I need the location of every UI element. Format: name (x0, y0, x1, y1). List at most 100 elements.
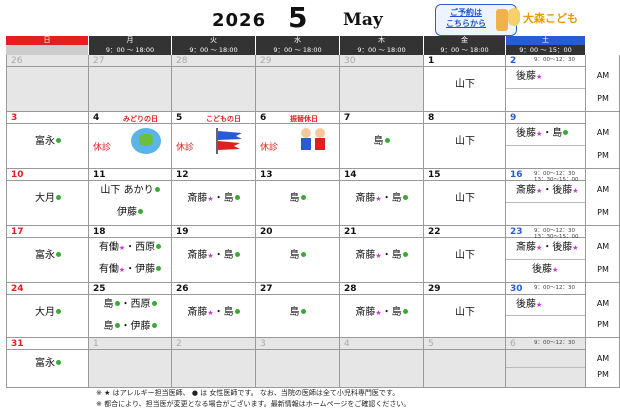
date-number: 16 (510, 170, 523, 180)
ampm-box (586, 55, 620, 112)
day-cell: 3 富永 (6, 112, 90, 169)
day-cell: 18 有働★・西原 有働★・伊藤 (89, 226, 172, 283)
reservation-button[interactable]: ご予約は こちらから (435, 4, 517, 36)
date-number: 30 (510, 284, 523, 294)
date-number: 4 (344, 339, 350, 349)
pm-label: PM (597, 208, 609, 217)
saturday-hours: 9：00～12：30 (534, 285, 575, 291)
date-number: 27 (260, 284, 273, 294)
sat-divider (506, 367, 585, 368)
day-cell: 9 後藤★・島 (506, 112, 586, 169)
pm-label: PM (597, 320, 609, 329)
date-number: 19 (176, 227, 189, 237)
pm-doctor: 有働★・伊藤 (89, 264, 172, 276)
day-cell: 3 (256, 338, 340, 388)
date-number: 30 (344, 56, 356, 66)
date-number: 2 (510, 56, 517, 66)
date-number: 26 (11, 56, 23, 66)
saturday-hours: 9：00～12：30 (534, 340, 575, 346)
date-row (340, 338, 424, 350)
date-row (89, 338, 172, 350)
date-number: 6 (510, 339, 516, 349)
am-label: AM (596, 71, 610, 80)
date-number: 18 (93, 227, 106, 237)
day-cell: 17 富永 (6, 226, 90, 283)
hours-6: 9：00 ～ 15：00 (506, 45, 586, 55)
weekday-3: 水 (256, 36, 340, 45)
saturday-hours: 9：00～12：30 (534, 57, 575, 63)
date-row (340, 112, 424, 124)
date-number: 5 (428, 339, 434, 349)
calendar-grid: 日月火水木金土 9：00 ～ 18:00 9：00 ～ 18:00 9：00 ～ 1… (6, 36, 586, 55)
pm-doctor: 伊藤 (89, 207, 172, 219)
sat-am-doctor: 後藤★ (516, 299, 543, 310)
sat-divider (506, 314, 585, 316)
weekday-0: 日 (6, 36, 89, 45)
sat-divider (506, 87, 585, 89)
phone-icon (496, 9, 508, 31)
am-doctor: 富永 (7, 250, 90, 262)
reservation-link-text[interactable]: ご予約は こちらから (440, 7, 492, 29)
date-number: 28 (176, 56, 188, 66)
globe-icon (131, 128, 161, 154)
am-doctor: 斎藤★・島 (172, 193, 256, 205)
am-label: AM (596, 354, 610, 363)
date-number: 14 (344, 170, 357, 180)
am-doctor: 斎藤★・島 (340, 307, 424, 319)
am-label: AM (596, 242, 610, 251)
pm-doctor: 島・伊藤 (89, 321, 172, 333)
day-cell: 27 島 (256, 283, 340, 338)
date-number: 12 (176, 170, 189, 180)
day-cell: 7島 (340, 112, 424, 169)
date-number: 15 (428, 170, 441, 180)
footer-note-2: ※ 都合により、担当医が変更となる場合がございます。最新情報はホームページをご確… (96, 400, 411, 408)
year-label: 2026 (212, 10, 267, 31)
closed-label: 休診 (260, 143, 279, 153)
holiday-name: みどりの日 (123, 115, 158, 123)
am-doctor: 島 (256, 307, 340, 319)
sat-divider (506, 258, 585, 260)
clinic-logo: 大森こども (523, 12, 578, 25)
hours-3: 9：00 ～ 18:00 (256, 45, 340, 55)
day-cell: 31 富永 (6, 338, 90, 388)
day-cell: 24 大月 (6, 283, 90, 338)
am-doctor: 山下 (455, 79, 475, 90)
hours-1: 9：00 ～ 18:00 (89, 45, 172, 55)
sat-am-doctor: 斎藤★・後藤★ (516, 242, 579, 253)
date-number: 29 (428, 284, 441, 294)
ampm-box (586, 169, 620, 226)
hours-5: 9：00 ～ 18:00 (424, 45, 506, 55)
date-number: 24 (11, 284, 24, 294)
pm-label: PM (597, 94, 609, 103)
day-cell: 2 (172, 338, 256, 388)
date-number: 22 (428, 227, 441, 237)
sat-divider (506, 201, 585, 203)
am-doctor: 有働★・西原 (89, 242, 172, 254)
day-cell: 8 山下 (424, 112, 506, 169)
day-cell: 15 山下 (424, 169, 506, 226)
hours-2: 9：00 ～ 18:00 (172, 45, 256, 55)
date-number: 10 (11, 170, 24, 180)
date-number: 8 (428, 113, 435, 123)
hours-4: 9：00 ～ 18:00 (340, 45, 424, 55)
saturday-hours: 9：00～12：30 13：30～15：00 (534, 228, 579, 240)
day-cell: 1 (89, 338, 172, 388)
date-number: 26 (176, 284, 189, 294)
ampm-box (586, 338, 620, 388)
am-label: AM (596, 128, 610, 137)
weekday-5: 金 (424, 36, 506, 45)
date-row (7, 112, 90, 124)
date-number: 5 (176, 113, 183, 123)
weekday-1: 月 (89, 36, 172, 45)
date-row (256, 338, 340, 350)
am-doctor: 斎藤★・島 (172, 250, 256, 262)
day-cell: 2 後藤★ (506, 55, 586, 112)
date-number: 4 (93, 113, 100, 123)
day-cell: 29 山下 (424, 283, 506, 338)
am-doctor: 山下 あかり (89, 185, 172, 197)
holiday-name: 振替休日 (290, 115, 318, 123)
day-cell: 26 (6, 55, 90, 112)
date-row (172, 338, 256, 350)
closed-label: 休診 (176, 143, 195, 153)
pm-label: PM (597, 265, 609, 274)
